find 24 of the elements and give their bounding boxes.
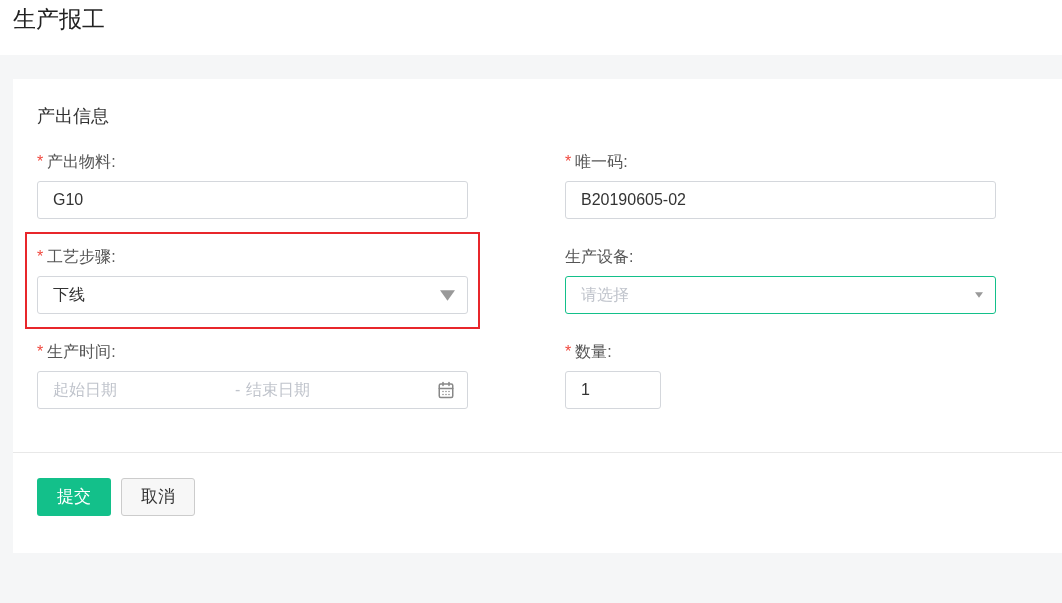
required-mark: * [565,152,572,172]
field-label: 数量: [575,342,612,362]
field-label: 唯一码: [575,152,628,172]
caret-down-icon [440,289,455,301]
start-date-placeholder: 起始日期 [53,380,118,400]
field-label: 生产时间: [47,342,116,362]
required-mark: * [565,342,572,362]
field-label: 生产设备: [565,247,634,267]
calendar-icon [437,381,455,399]
page-title: 生产报工 [13,5,106,34]
required-mark: * [37,247,44,267]
field-label: 工艺步骤: [47,247,116,267]
range-separator: - [235,380,241,400]
required-mark: * [37,152,44,172]
cancel-button[interactable]: 取消 [121,478,195,516]
input-field[interactable]: G10 [37,181,468,219]
required-mark: * [37,342,44,362]
field-label: 产出物料: [47,152,116,172]
input-field[interactable]: B20190605-02 [565,181,996,219]
caret-down-icon [975,292,983,298]
select-field[interactable]: 下线 [37,276,468,314]
end-date-placeholder: 结束日期 [246,380,312,400]
input-field[interactable]: 1 [565,371,661,409]
section-title: 产出信息 [37,105,110,128]
